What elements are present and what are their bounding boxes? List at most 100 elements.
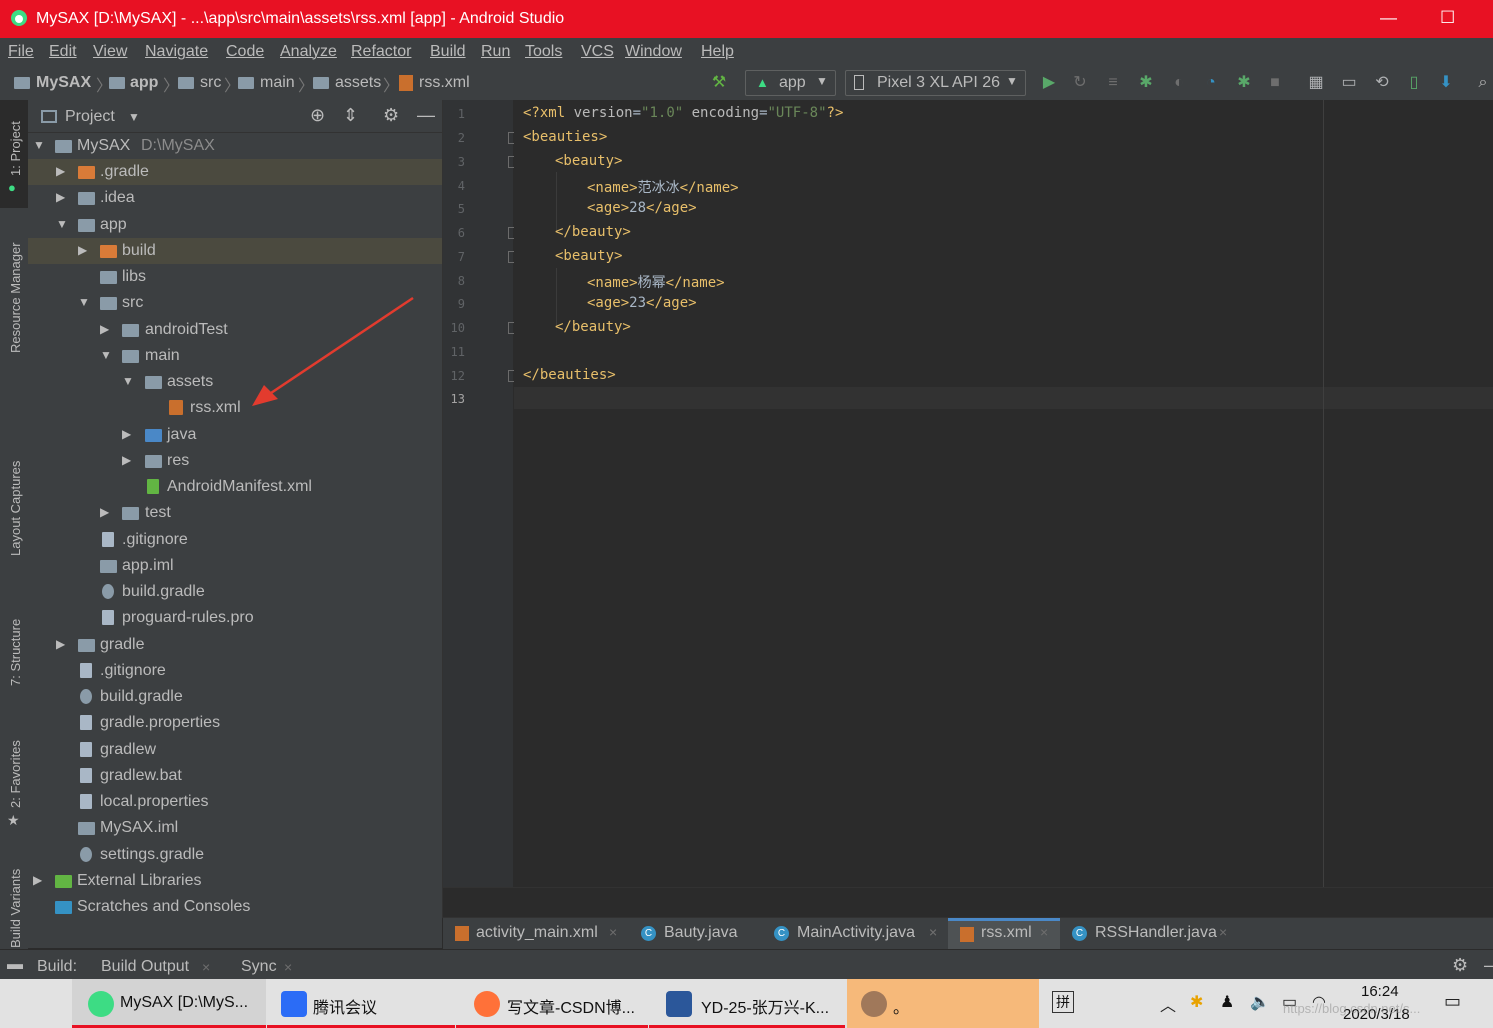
tool-favorites[interactable]: 2: Favorites [8,740,23,808]
close-icon[interactable]: × [1040,924,1048,940]
search-icon[interactable]: ⌕ [1474,74,1492,92]
coverage-icon[interactable]: ◐ [1170,74,1188,92]
tree-item-build-gradle[interactable]: build.gradle [28,579,442,605]
tree-item-build-gradle-root[interactable]: build.gradle [28,684,442,710]
expand-arrow-icon[interactable]: ▼ [33,138,45,152]
tray-app-icon[interactable]: ✱ [1190,992,1203,1012]
taskbar-tencent-meeting[interactable]: 腾讯会议 [267,979,455,1028]
taskbar-qq-chat[interactable]: 。 [847,979,1039,1028]
stop-icon[interactable]: ■ [1266,74,1284,92]
notification-icon[interactable]: ▭ [1444,991,1461,1012]
menu-tools[interactable]: Tools [525,43,562,61]
close-icon[interactable]: × [929,924,937,940]
close-icon[interactable]: × [284,959,292,975]
volume-icon[interactable]: 🔈 [1250,992,1270,1012]
locate-icon[interactable]: ⊕ [310,105,325,126]
debug-icon[interactable]: ✱ [1137,74,1155,92]
tab-rss-xml[interactable]: rss.xml × [948,918,1060,950]
expand-arrow-icon[interactable]: ▼ [78,295,90,309]
tool-project[interactable]: 1: Project [8,121,23,176]
tree-item-gitignore[interactable]: .gitignore [28,527,442,553]
menu-analyze[interactable]: Analyze [280,43,337,61]
tree-item-gradle-dir[interactable]: ▶ .gradle [28,159,442,185]
tree-item-local-properties[interactable]: local.properties [28,789,442,815]
project-structure-icon[interactable]: ▦ [1307,74,1325,92]
taskbar-firefox[interactable]: 写文章-CSDN博... [456,979,648,1028]
expand-arrow-icon[interactable]: ▶ [122,453,131,467]
tool-resource-manager[interactable]: Resource Manager [8,242,23,353]
tool-build-variants[interactable]: Build Variants [8,869,23,948]
expand-arrow-icon[interactable]: ▼ [56,217,68,231]
sdk-manager-icon[interactable]: ⬇ [1437,74,1455,92]
clock-time[interactable]: 16:24 [1361,983,1399,1000]
expand-arrow-icon[interactable]: ▼ [122,374,134,388]
project-view-label[interactable]: Project [65,108,115,126]
breadcrumb-rss-xml[interactable]: rss.xml [419,74,470,92]
qq-tray-icon[interactable]: ♟ [1220,992,1234,1012]
menu-edit[interactable]: Edit [49,43,77,61]
hide-icon[interactable]: — [1484,955,1493,976]
tree-item-external-libraries[interactable]: ▶ External Libraries [28,868,442,894]
tree-item-gradle-properties[interactable]: gradle.properties [28,710,442,736]
breadcrumb-main[interactable]: main [260,74,295,92]
expand-arrow-icon[interactable]: ▶ [56,637,65,651]
close-icon[interactable]: × [1219,924,1227,940]
code-editor[interactable] [514,100,1493,887]
menu-run[interactable]: Run [481,43,510,61]
expand-arrow-icon[interactable]: ▶ [122,427,131,441]
run-config-select[interactable]: ▲ app ▼ [745,70,836,96]
menu-help[interactable]: Help [701,43,734,61]
build-output-tab[interactable]: Build Output [101,958,189,976]
terminal-icon[interactable]: ▭ [1340,74,1358,92]
gear-icon[interactable]: ⚙ [1452,955,1468,976]
gear-icon[interactable]: ⚙ [383,105,399,126]
expand-arrow-icon[interactable]: ▶ [100,322,109,336]
tree-item-settings-gradle[interactable]: settings.gradle [28,842,442,868]
tree-item-app-iml[interactable]: app.iml [28,553,442,579]
tree-item-gitignore-root[interactable]: .gitignore [28,658,442,684]
expand-arrow-icon[interactable]: ▶ [56,164,65,178]
tree-item-mysax-iml[interactable]: MySAX.iml [28,815,442,841]
expand-arrow-icon[interactable]: ▶ [56,190,65,204]
menu-vcs[interactable]: VCS [581,43,614,61]
menu-navigate[interactable]: Navigate [145,43,208,61]
hide-icon[interactable]: — [417,105,435,126]
menu-window[interactable]: Window [625,43,682,61]
expand-arrow-icon[interactable]: ▼ [100,348,112,362]
minimize-button[interactable]: — [1380,8,1397,28]
tab-bauty-java[interactable]: C Bauty.java × [629,918,937,950]
menu-view[interactable]: View [93,43,127,61]
apply-code-changes-icon[interactable]: ≡ [1104,74,1122,92]
close-icon[interactable]: × [609,924,617,940]
tree-item-build[interactable]: ▶ build [28,238,442,264]
tree-item-res[interactable]: ▶ res [28,448,442,474]
tab-rsshandler-java[interactable]: C RSSHandler.java × [1062,918,1232,950]
attach-debugger-icon[interactable]: ✱ [1235,74,1253,92]
tree-item-scratches[interactable]: Scratches and Consoles [28,894,442,920]
maximize-button[interactable]: ☐ [1440,8,1455,28]
ime-indicator[interactable]: 拼 [1052,991,1074,1013]
tab-mainactivity-java[interactable]: C MainActivity.java × [762,918,947,950]
sync-gradle-icon[interactable]: ⟲ [1373,74,1391,92]
hammer-build-icon[interactable]: ⚒ [710,74,728,92]
tree-item-gradlew-bat[interactable]: gradlew.bat [28,763,442,789]
avd-manager-icon[interactable]: ▯ [1405,74,1423,92]
breadcrumb-src[interactable]: src [200,74,221,92]
tool-structure[interactable]: 7: Structure [8,619,23,686]
tab-activity-main-xml[interactable]: activity_main.xml × [443,918,627,950]
tree-item-manifest[interactable]: AndroidManifest.xml [28,474,442,500]
expand-arrow-icon[interactable]: ▶ [78,243,87,257]
menu-code[interactable]: Code [226,43,264,61]
tool-layout-captures[interactable]: Layout Captures [8,461,23,556]
breadcrumb-app[interactable]: app [130,74,158,92]
tree-item-proguard[interactable]: proguard-rules.pro [28,605,442,631]
tree-item-gradle[interactable]: ▶ gradle [28,632,442,658]
chevron-up-icon[interactable]: ︿ [1160,992,1176,1016]
expand-arrow-icon[interactable]: ▶ [33,873,42,887]
close-icon[interactable]: × [202,959,210,975]
collapse-all-icon[interactable]: ⇕ [343,105,358,126]
taskbar-word[interactable]: YD-25-张万兴-K... [649,979,845,1028]
tree-item-app[interactable]: ▼ app [28,212,442,238]
breadcrumb-assets[interactable]: assets [335,74,381,92]
chevron-down-icon[interactable]: ▼ [128,110,140,124]
